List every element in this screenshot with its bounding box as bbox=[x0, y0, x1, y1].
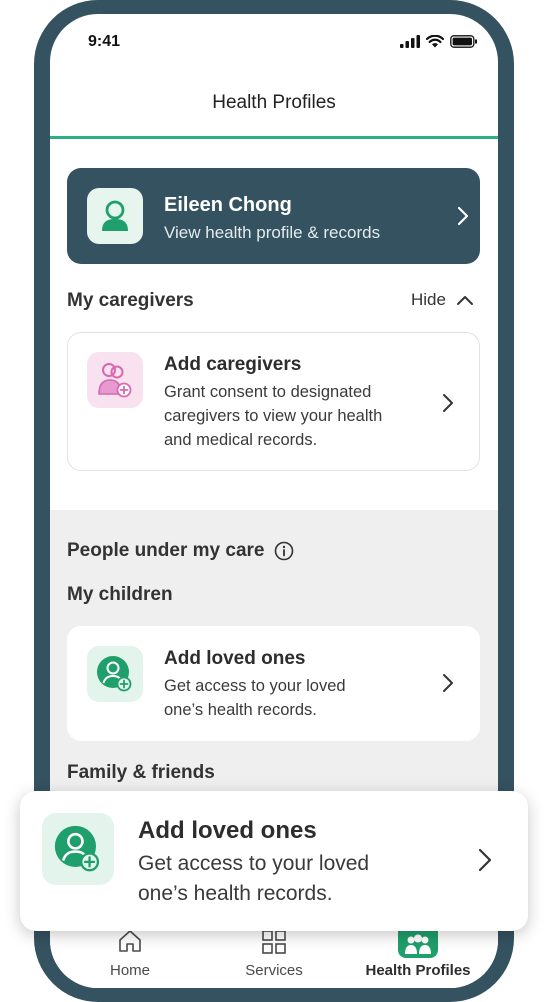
description-line: one’s health records. bbox=[138, 882, 333, 905]
cellular-signal-icon bbox=[400, 35, 420, 48]
add-caregivers-description: Grant consent to designated caregivers t… bbox=[164, 380, 382, 452]
family-friends-title: Family & friends bbox=[67, 762, 215, 783]
people-under-care-title: People under my care bbox=[67, 540, 265, 561]
avatar bbox=[87, 188, 143, 244]
grid-icon bbox=[262, 930, 286, 954]
loved-ones-icon-tile bbox=[87, 646, 143, 702]
chevron-right-icon bbox=[457, 206, 469, 226]
wifi-icon bbox=[426, 35, 444, 48]
description-line: Grant consent to designated bbox=[164, 383, 372, 401]
description-line: one’s health records. bbox=[164, 701, 317, 719]
status-icons bbox=[400, 35, 478, 48]
caregiver-icon-tile bbox=[87, 352, 143, 408]
callout-description: Get access to your loved one’s health re… bbox=[138, 849, 369, 909]
description-line: Get access to your loved bbox=[164, 677, 346, 695]
add-loved-one-icon bbox=[54, 825, 100, 872]
status-time: 9:41 bbox=[88, 33, 121, 50]
description-line: and medical records. bbox=[164, 431, 318, 449]
chevron-right-icon bbox=[443, 674, 453, 692]
info-icon[interactable] bbox=[274, 541, 294, 561]
add-loved-ones-title: Add loved ones bbox=[164, 648, 306, 669]
profile-name: Eileen Chong bbox=[164, 194, 292, 216]
profile-card[interactable]: Eileen Chong View health profile & recor… bbox=[67, 168, 480, 264]
add-caregiver-icon bbox=[98, 363, 132, 398]
app-header: Health Profiles bbox=[50, 64, 498, 139]
home-icon bbox=[119, 930, 141, 952]
chevron-right-icon bbox=[443, 394, 453, 412]
caregivers-section-title: My caregivers bbox=[67, 290, 194, 311]
chevron-right-icon bbox=[478, 848, 492, 872]
description-line: caregivers to view your health bbox=[164, 407, 383, 425]
add-loved-ones-callout-card[interactable]: Add loved ones Get access to your loved … bbox=[20, 791, 528, 931]
add-loved-one-icon bbox=[97, 656, 132, 692]
profile-subtitle: View health profile & records bbox=[164, 223, 381, 242]
hide-toggle-label: Hide bbox=[411, 290, 446, 309]
loved-ones-icon-tile bbox=[42, 813, 114, 885]
user-avatar-icon bbox=[102, 200, 128, 231]
tab-label: Services bbox=[245, 962, 303, 979]
add-caregivers-card[interactable]: Add caregivers Grant consent to designat… bbox=[67, 332, 480, 471]
description-line: Get access to your loved bbox=[138, 852, 370, 875]
hide-caregivers-toggle[interactable]: Hide bbox=[411, 290, 474, 310]
tab-label: Home bbox=[109, 962, 150, 979]
add-loved-ones-card[interactable]: Add loved ones Get access to your loved … bbox=[67, 626, 480, 741]
callout-title: Add loved ones bbox=[138, 817, 317, 844]
status-bar: 9:41 bbox=[50, 14, 498, 64]
add-caregivers-title: Add caregivers bbox=[164, 354, 302, 375]
my-children-title: My children bbox=[67, 584, 173, 605]
page-title: Health Profiles bbox=[212, 92, 336, 113]
add-loved-ones-description: Get access to your loved one’s health re… bbox=[164, 674, 346, 722]
tab-label: Health Profiles bbox=[365, 962, 471, 979]
battery-icon bbox=[450, 35, 477, 48]
people-under-care-heading: People under my care bbox=[67, 540, 294, 562]
chevron-up-icon bbox=[456, 296, 473, 305]
